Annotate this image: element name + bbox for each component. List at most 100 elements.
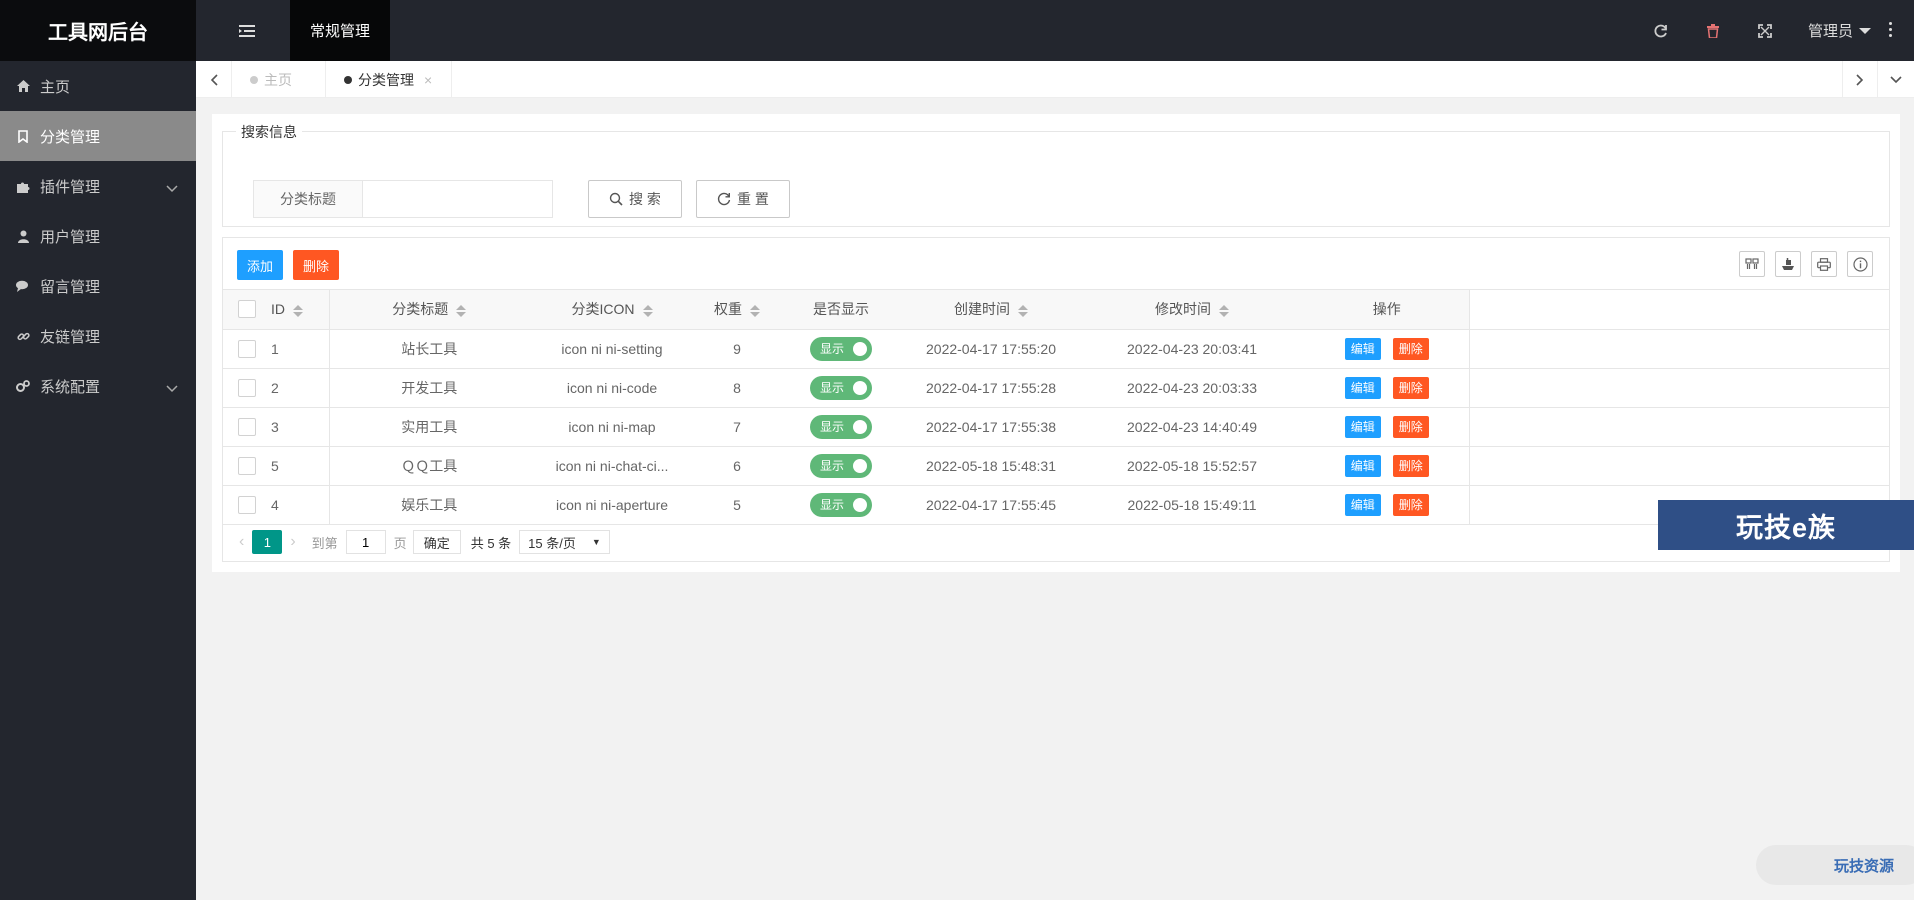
show-toggle[interactable]: 显示	[810, 336, 872, 361]
header-id[interactable]: ID	[271, 290, 330, 330]
delete-button[interactable]: 删除	[1392, 454, 1429, 477]
sidebar-item-links[interactable]: 友链管理	[0, 311, 196, 361]
current-page[interactable]: 1	[252, 530, 283, 554]
add-button[interactable]: 添加	[237, 250, 283, 280]
show-toggle[interactable]: 显示	[810, 453, 872, 478]
page-jump-input[interactable]	[345, 530, 386, 554]
cell-operations: 编辑 删除	[1305, 446, 1470, 486]
cell-created: 2022-04-17 17:55:20	[903, 329, 1079, 369]
delete-button[interactable]: 删除	[1392, 337, 1429, 360]
sidebar-item-category[interactable]: 分类管理	[0, 111, 196, 161]
reset-button[interactable]: 重 置	[696, 180, 790, 218]
refresh-icon[interactable]	[1650, 20, 1672, 42]
columns-filter-icon[interactable]	[1739, 251, 1765, 277]
cell-empty	[1469, 446, 1889, 486]
bookmark-icon	[16, 129, 30, 143]
tab-dot	[344, 75, 352, 84]
select-all-checkbox[interactable]	[238, 300, 256, 319]
next-page-icon[interactable]: ›	[290, 533, 295, 551]
sidebar-item-plugins[interactable]: 插件管理	[0, 161, 196, 211]
cell-modified: 2022-05-18 15:49:11	[1079, 485, 1305, 525]
delete-button[interactable]: 删除	[1392, 376, 1429, 399]
more-vertical-icon[interactable]	[1889, 22, 1893, 37]
cell-id: 3	[271, 407, 330, 447]
sidebar-item-label: 系统配置	[40, 378, 101, 396]
tab-category[interactable]: 分类管理 ×	[326, 61, 452, 98]
sort-icon[interactable]	[293, 304, 303, 317]
show-toggle[interactable]: 显示	[810, 492, 872, 517]
edit-button[interactable]: 编辑	[1344, 493, 1381, 516]
prev-page-icon[interactable]: ‹	[239, 533, 244, 551]
admin-menu[interactable]: 管理员	[1808, 20, 1872, 41]
table-toolbar: 添加 删除	[223, 238, 1889, 290]
batch-delete-button[interactable]: 删除	[293, 250, 339, 280]
fullscreen-icon[interactable]	[1754, 20, 1776, 42]
indent-icon[interactable]	[232, 18, 262, 44]
table-row: 1 站长工具 icon ni ni-setting 9 显示 2022-04-17 17:…	[223, 329, 1889, 369]
edit-button[interactable]: 编辑	[1344, 376, 1381, 399]
page-size-select[interactable]: 15 条/页 ▼	[519, 530, 610, 554]
header-title[interactable]: 分类标题	[329, 290, 529, 330]
show-toggle[interactable]: 显示	[810, 414, 872, 439]
delete-button[interactable]: 删除	[1392, 415, 1429, 438]
cell-weight: 5	[695, 485, 779, 525]
search-legend: 搜索信息	[236, 122, 302, 142]
sort-icon[interactable]	[750, 304, 760, 317]
cell-show: 显示	[779, 368, 903, 408]
cell-weight: 6	[695, 446, 779, 486]
header-icon[interactable]: 分类ICON	[529, 290, 695, 330]
sort-icon[interactable]	[456, 304, 467, 317]
goto-label: 到第	[311, 535, 338, 551]
close-icon[interactable]: ×	[424, 72, 432, 88]
sort-icon[interactable]	[642, 304, 653, 317]
title-search-input[interactable]	[363, 180, 553, 218]
cell-operations: 编辑 删除	[1305, 485, 1470, 525]
print-icon[interactable]	[1811, 251, 1837, 277]
page-confirm-button[interactable]: 确定	[412, 530, 461, 554]
edit-button[interactable]: 编辑	[1344, 454, 1381, 477]
cell-modified: 2022-04-23 20:03:41	[1079, 329, 1305, 369]
sort-icon[interactable]	[1219, 304, 1229, 317]
row-checkbox[interactable]	[238, 339, 256, 358]
header-modified[interactable]: 修改时间	[1079, 290, 1305, 330]
cell-show: 显示	[779, 329, 903, 369]
cell-weight: 7	[695, 407, 779, 447]
cell-modified: 2022-04-23 20:03:33	[1079, 368, 1305, 408]
chevron-right-icon[interactable]	[1842, 61, 1878, 98]
chevron-down-icon[interactable]	[1878, 61, 1914, 98]
search-icon	[609, 192, 623, 206]
sidebar-item-home[interactable]: 主页	[0, 61, 196, 111]
tab-home[interactable]: 主页	[232, 61, 326, 98]
edit-button[interactable]: 编辑	[1344, 337, 1381, 360]
cell-icon: icon ni ni-setting	[529, 329, 695, 369]
row-checkbox[interactable]	[238, 417, 256, 436]
title-field-label: 分类标题	[253, 180, 363, 218]
show-toggle[interactable]: 显示	[810, 375, 872, 400]
sidebar-item-users[interactable]: 用户管理	[0, 211, 196, 261]
row-select-cell	[223, 485, 271, 525]
chevron-left-icon[interactable]	[196, 61, 232, 98]
header-created[interactable]: 创建时间	[903, 290, 1079, 330]
sidebar-item-label: 用户管理	[40, 228, 101, 246]
header-weight[interactable]: 权重	[695, 290, 779, 330]
chevron-down-icon	[166, 180, 178, 197]
row-checkbox[interactable]	[238, 456, 256, 475]
sidebar-item-messages[interactable]: 留言管理	[0, 261, 196, 311]
row-checkbox[interactable]	[238, 495, 256, 514]
cell-weight: 8	[695, 368, 779, 408]
toggle-knob	[853, 380, 867, 395]
row-checkbox[interactable]	[238, 378, 256, 397]
cell-id: 2	[271, 368, 330, 408]
edit-button[interactable]: 编辑	[1344, 415, 1381, 438]
trash-icon[interactable]	[1702, 20, 1724, 42]
delete-button[interactable]: 删除	[1392, 493, 1429, 516]
sidebar-item-settings[interactable]: 系统配置	[0, 361, 196, 411]
toggle-label: 显示	[820, 342, 845, 356]
info-icon[interactable]	[1847, 251, 1873, 277]
top-nav-tab[interactable]: 常规管理	[290, 0, 390, 61]
search-button[interactable]: 搜 索	[588, 180, 682, 218]
select-all-cell	[223, 290, 271, 330]
cell-operations: 编辑 删除	[1305, 368, 1470, 408]
sort-icon[interactable]	[1018, 304, 1028, 317]
export-icon[interactable]	[1775, 251, 1801, 277]
